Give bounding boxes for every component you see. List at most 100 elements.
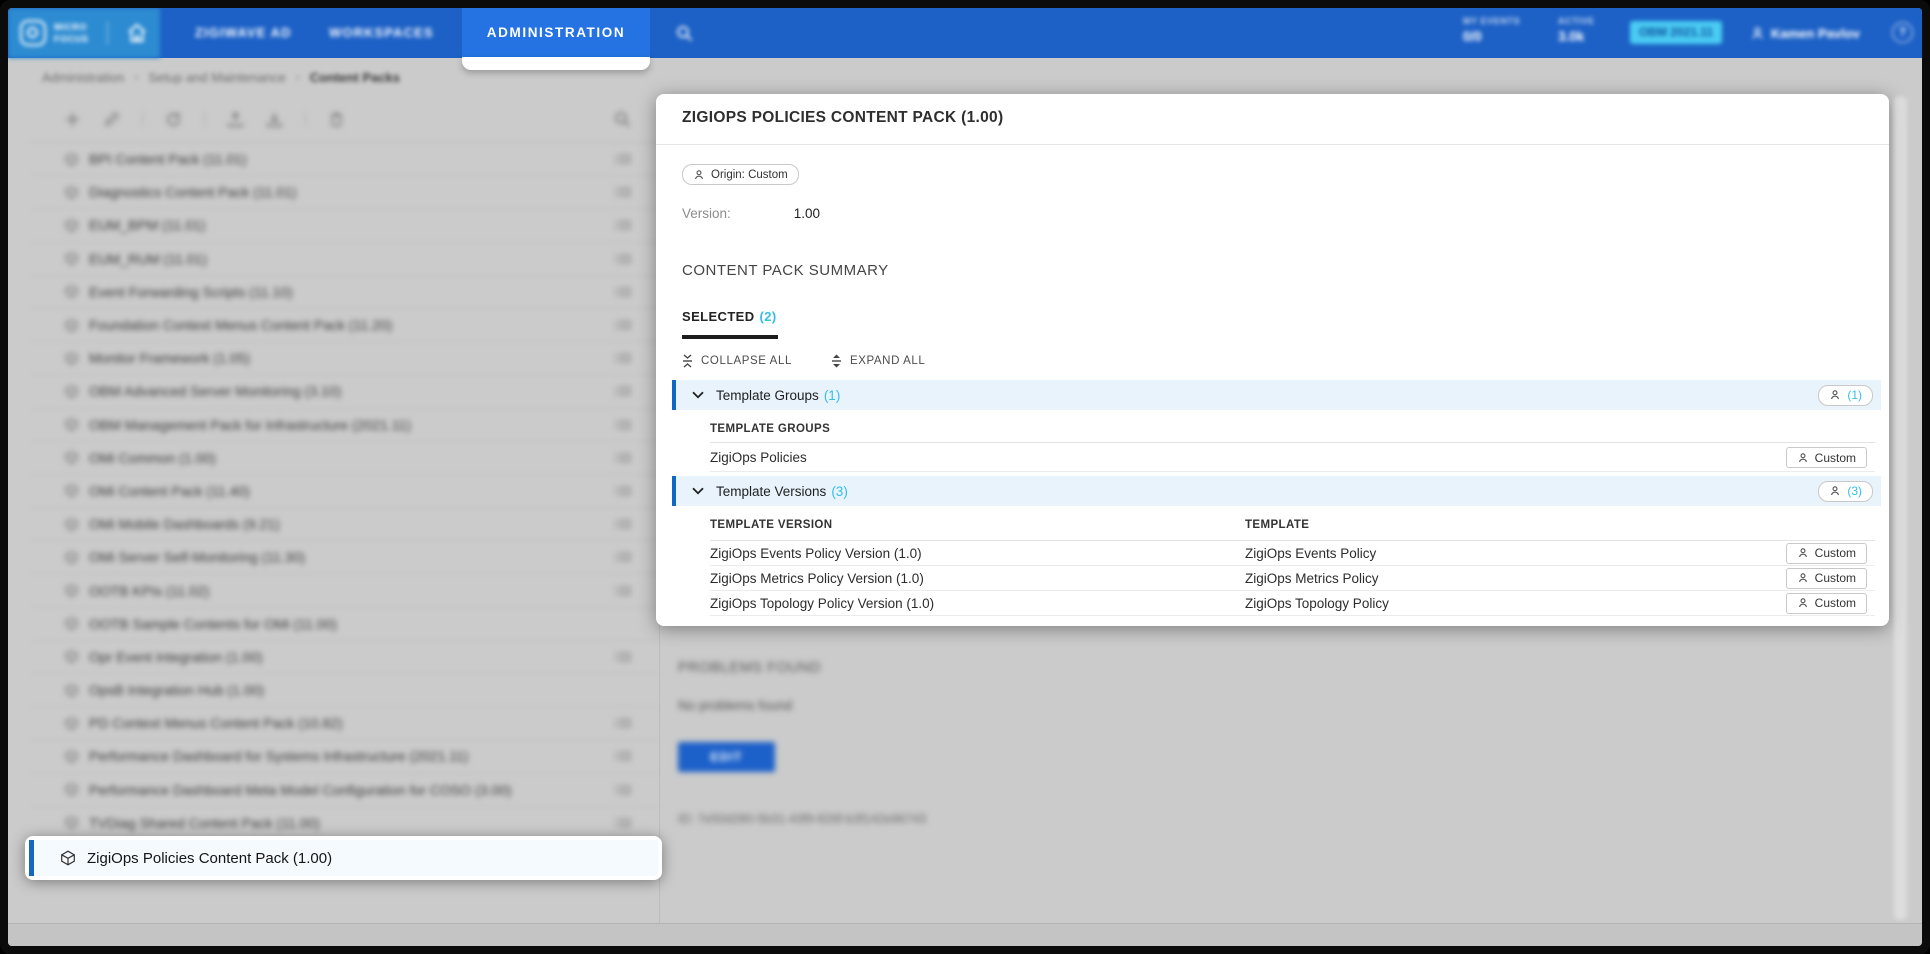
- list-item[interactable]: OMi Common (1.00): [30, 442, 659, 475]
- brand-divider: [107, 21, 108, 45]
- bottom-strip: [8, 923, 1922, 946]
- content-pack-id: ID: 7e50d280-5b31-43f9-826f-b3f142e96743: [678, 812, 926, 826]
- tab-count: (2): [760, 309, 777, 324]
- add-icon[interactable]: [64, 111, 81, 128]
- person-icon: [1797, 452, 1809, 464]
- content-pack-icon: [64, 749, 79, 764]
- list-item[interactable]: EUM_BPM (11.01): [30, 209, 659, 242]
- list-item[interactable]: Performance Dashboard Meta Model Configu…: [30, 774, 659, 807]
- table-row[interactable]: ZigiOps Metrics Policy Version (1.0) Zig…: [710, 566, 1875, 591]
- scrollbar[interactable]: [1894, 96, 1907, 920]
- refresh-icon[interactable]: [165, 111, 182, 128]
- top-navigation-bar: MICRO FOCUS ZIGIWAVE AD WORKSPACES MY EV…: [8, 8, 1922, 58]
- topbar-search-icon[interactable]: [676, 25, 693, 42]
- edit-button[interactable]: EDIT: [678, 742, 775, 772]
- content-pack-icon: [64, 782, 79, 797]
- collapse-all-button[interactable]: COLLAPSE ALL: [681, 354, 792, 368]
- content-pack-icon: [64, 450, 79, 465]
- list-item[interactable]: OBM Management Pack for Infrastructure (…: [30, 409, 659, 442]
- content-pack-icon: [64, 384, 79, 399]
- section-heading: CONTENT PACK SUMMARY: [682, 262, 889, 279]
- list-item[interactable]: BPI Content Pack (11.01): [30, 143, 659, 176]
- content-pack-icon: [64, 284, 79, 299]
- list-item[interactable]: EUM_RUM (11.01): [30, 243, 659, 276]
- person-icon: [1829, 485, 1841, 497]
- table-row[interactable]: ZigiOps Topology Policy Version (1.0) Zi…: [710, 591, 1875, 616]
- content-pack-icon: [64, 185, 79, 200]
- screenshot-frame: MICRO FOCUS ZIGIWAVE AD WORKSPACES MY EV…: [0, 0, 1930, 954]
- nav-item-zigiwave-ad[interactable]: ZIGIWAVE AD: [195, 8, 292, 58]
- breadcrumb-setup-and-maintenance[interactable]: Setup and Maintenance: [148, 70, 285, 85]
- list-item[interactable]: TVDiag Shared Content Pack (11.00): [30, 807, 659, 840]
- user-menu[interactable]: Kamen Pavlov: [1750, 22, 1860, 44]
- delete-icon[interactable]: [328, 111, 345, 128]
- upload-icon[interactable]: [227, 111, 244, 128]
- header-divider: [656, 144, 1889, 145]
- expand-all-icon: [830, 354, 843, 368]
- table-divider: [710, 442, 1875, 443]
- list-item[interactable]: OBM Advanced Server Monitoring (3.10): [30, 375, 659, 408]
- custom-chip: Custom: [1786, 593, 1867, 614]
- list-item[interactable]: Event Forwarding Scripts (11.10): [30, 276, 659, 309]
- content-pack-list-panel: BPI Content Pack (11.01) Diagnostics Con…: [30, 96, 660, 923]
- expand-all-button[interactable]: EXPAND ALL: [830, 354, 925, 368]
- content-pack-icon: [64, 483, 79, 498]
- content-pack-icon: [64, 815, 79, 830]
- help-icon[interactable]: ?: [1892, 22, 1913, 43]
- group-header-template-groups[interactable]: Template Groups (1) (1): [672, 380, 1881, 410]
- list-item[interactable]: OMi Content Pack (11.40): [30, 475, 659, 508]
- tab-selected[interactable]: SELECTED(2): [682, 309, 777, 324]
- my-events-stat[interactable]: MY EVENTS 0/0: [1463, 16, 1520, 44]
- list-item[interactable]: OMi Mobile Dashboards (9.21): [30, 508, 659, 541]
- list-item[interactable]: OOTB KPIs (11.02): [30, 574, 659, 607]
- list-item[interactable]: PD Context Menus Content Pack (10.82): [30, 707, 659, 740]
- list-item[interactable]: OMi Server Self-Monitoring (11.30): [30, 541, 659, 574]
- edit-icon[interactable]: [103, 111, 120, 128]
- list-item-selected[interactable]: ZigiOps Policies Content Pack (1.00): [29, 840, 658, 876]
- item-badge-icon: [615, 784, 631, 795]
- content-pack-icon: [64, 152, 79, 167]
- content-pack-icon: [64, 318, 79, 333]
- content-pack-icon: [64, 583, 79, 598]
- toolbar-divider: [204, 112, 205, 126]
- table-row[interactable]: ZigiOps Policies Custom: [710, 444, 1875, 472]
- item-badge-icon: [615, 585, 631, 596]
- person-icon: [1797, 547, 1809, 559]
- list-item[interactable]: OOTB Sample Contents for OMi (11.00): [30, 608, 659, 641]
- user-name: Kamen Pavlov: [1771, 26, 1860, 41]
- list-item[interactable]: Performance Dashboard for Systems Infras…: [30, 740, 659, 773]
- product-version-badge: OBM 2021.11: [1630, 21, 1722, 44]
- list-search-icon[interactable]: [614, 111, 631, 128]
- breadcrumb-separator-icon: ›: [296, 70, 300, 84]
- item-badge-icon: [615, 286, 631, 297]
- content-pack-icon: [64, 550, 79, 565]
- user-icon: [1750, 26, 1765, 41]
- list-item[interactable]: Diagnostics Content Pack (11.01): [30, 176, 659, 209]
- item-badge-icon: [615, 485, 631, 496]
- chevron-down-icon: [692, 487, 704, 495]
- active-tab-indicator: [682, 335, 778, 339]
- download-icon[interactable]: [266, 111, 283, 128]
- table-row[interactable]: ZigiOps Events Policy Version (1.0) Zigi…: [710, 541, 1875, 566]
- content-pack-icon: [64, 616, 79, 631]
- active-events-stat[interactable]: ACTIVE 3.0k: [1558, 16, 1595, 44]
- list-item[interactable]: Foundation Context Menus Content Pack (1…: [30, 309, 659, 342]
- home-icon[interactable]: [125, 21, 149, 45]
- nav-item-administration-active[interactable]: ADMINISTRATION: [462, 8, 650, 57]
- selection-indicator-bar: [29, 840, 34, 876]
- item-badge-icon: [615, 353, 631, 364]
- selected-item-label: ZigiOps Policies Content Pack (1.00): [87, 850, 332, 867]
- nav-item-workspaces[interactable]: WORKSPACES: [329, 8, 434, 58]
- custom-chip: Custom: [1786, 543, 1867, 564]
- person-icon: [693, 169, 705, 181]
- breadcrumb-content-packs: Content Packs: [310, 70, 400, 85]
- problems-found-text: No problems found: [678, 698, 792, 713]
- item-badge-icon: [615, 751, 631, 762]
- list-item[interactable]: OpsB Integration Hub (1.00): [30, 674, 659, 707]
- list-item[interactable]: Monitor Framework (1.05): [30, 342, 659, 375]
- breadcrumb-administration[interactable]: Administration: [42, 70, 124, 85]
- group-header-template-versions[interactable]: Template Versions (3) (3): [672, 476, 1881, 506]
- content-pack-icon: [64, 251, 79, 266]
- list-item[interactable]: Opr Event Integration (1.00): [30, 641, 659, 674]
- content-pack-icon: [64, 683, 79, 698]
